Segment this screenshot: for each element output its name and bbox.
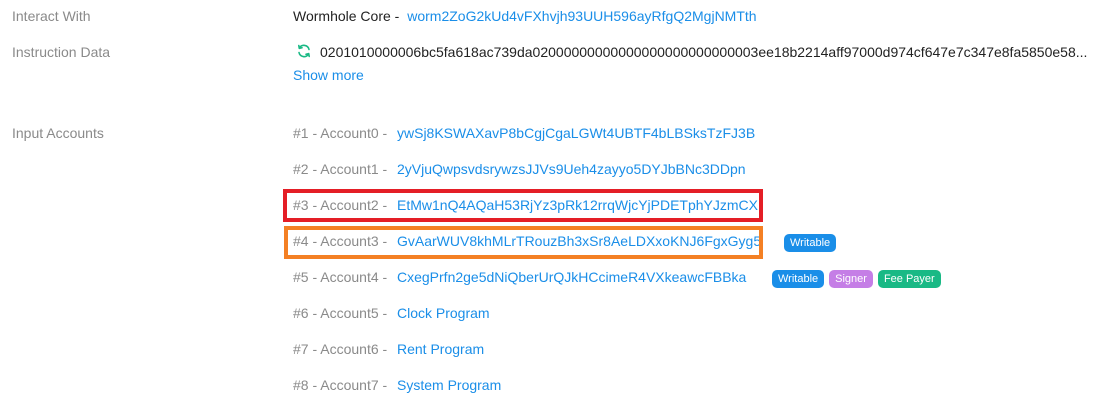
account-index: #7 - Account6 - bbox=[293, 341, 388, 357]
account-address-link[interactable]: ywSj8KSWAXavP8bCgjCgaLGWt4UBTF4bLBSksTzF… bbox=[397, 125, 755, 141]
account3-badges: Writable bbox=[784, 234, 837, 252]
account-row: #2 - Account1 - 2yVjuQwpsvdsrywzsJJVs9Ueh… bbox=[293, 159, 746, 179]
account-index: #5 - Account4 - bbox=[293, 269, 388, 285]
instruction-data-value: 0201010000006bc5fa618ac739da020000000000… bbox=[320, 44, 1088, 60]
show-more-link[interactable]: Show more bbox=[293, 67, 364, 83]
writable-badge: Writable bbox=[784, 234, 837, 252]
account-row: #8 - Account7 - System Program bbox=[293, 375, 501, 395]
highlight-box-red bbox=[283, 189, 763, 222]
account-address-link[interactable]: CxegPrfn2ge5dNiQberUrQJkHCcimeR4VXkeawcF… bbox=[397, 269, 746, 285]
account-index: #6 - Account5 - bbox=[293, 305, 388, 321]
program-address-link[interactable]: worm2ZoG2kUd4vFXhvjh93UUH596ayRfgQ2MgjNM… bbox=[407, 8, 756, 24]
writable-badge: Writable bbox=[772, 270, 825, 288]
account-address-link[interactable]: System Program bbox=[397, 377, 501, 393]
fee-payer-badge: Fee Payer bbox=[877, 270, 941, 288]
refresh-icon[interactable] bbox=[296, 43, 312, 59]
program-name: Wormhole Core - bbox=[293, 8, 400, 24]
account-index: #1 - Account0 - bbox=[293, 125, 388, 141]
account-index: #2 - Account1 - bbox=[293, 161, 388, 177]
account-row: #1 - Account0 - ywSj8KSWAXavP8bCgjCgaLGWt… bbox=[293, 123, 755, 143]
instruction-data-label: Instruction Data bbox=[12, 44, 111, 60]
account-address-link[interactable]: Clock Program bbox=[397, 305, 490, 321]
account-address-link[interactable]: 2yVjuQwpsvdsrywzsJJVs9Ueh4zayyo5DYJbBNc3… bbox=[397, 161, 746, 177]
interact-with-value: Wormhole Core - worm2ZoG2kUd4vFXhvjh93UU… bbox=[293, 8, 757, 24]
highlight-box-orange bbox=[284, 226, 763, 259]
signer-badge: Signer bbox=[829, 270, 873, 288]
account-address-link[interactable]: Rent Program bbox=[397, 341, 484, 357]
account-row: #7 - Account6 - Rent Program bbox=[293, 339, 484, 359]
interact-with-label: Interact With bbox=[12, 8, 91, 24]
account-index: #8 - Account7 - bbox=[293, 377, 388, 393]
account4-badges: Writable Signer Fee Payer bbox=[772, 270, 941, 288]
account-row: #6 - Account5 - Clock Program bbox=[293, 303, 490, 323]
input-accounts-label: Input Accounts bbox=[12, 125, 104, 141]
account-row: #5 - Account4 - CxegPrfn2ge5dNiQberUrQJkH… bbox=[293, 267, 746, 287]
